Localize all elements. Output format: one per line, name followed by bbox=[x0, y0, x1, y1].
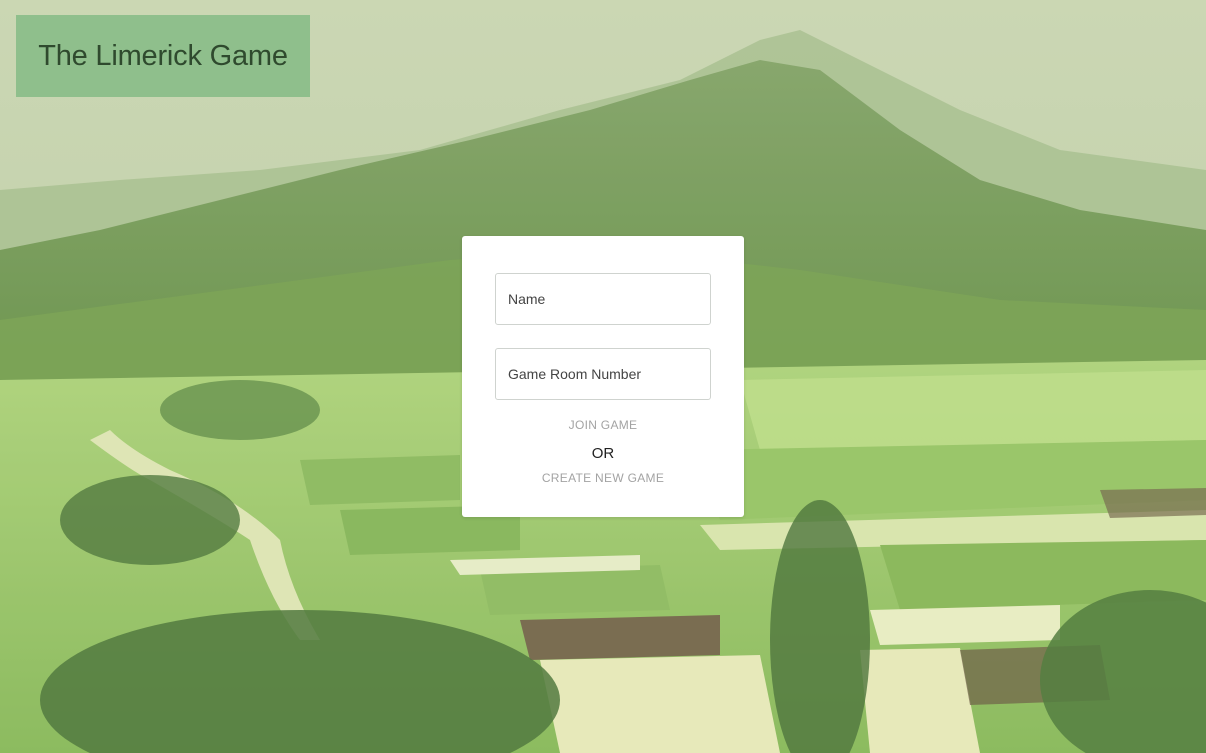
create-new-game-button[interactable]: CREATE NEW GAME bbox=[462, 471, 744, 485]
join-game-card: JOIN GAME OR CREATE NEW GAME bbox=[462, 236, 744, 517]
app-title-banner: The Limerick Game bbox=[16, 15, 310, 97]
game-room-number-input[interactable] bbox=[496, 349, 710, 399]
game-room-number-field[interactable] bbox=[495, 348, 711, 400]
app-title: The Limerick Game bbox=[38, 39, 288, 72]
join-game-button[interactable]: JOIN GAME bbox=[462, 418, 744, 432]
name-input[interactable] bbox=[496, 274, 710, 324]
or-separator: OR bbox=[591, 445, 615, 462]
name-field[interactable] bbox=[495, 273, 711, 325]
